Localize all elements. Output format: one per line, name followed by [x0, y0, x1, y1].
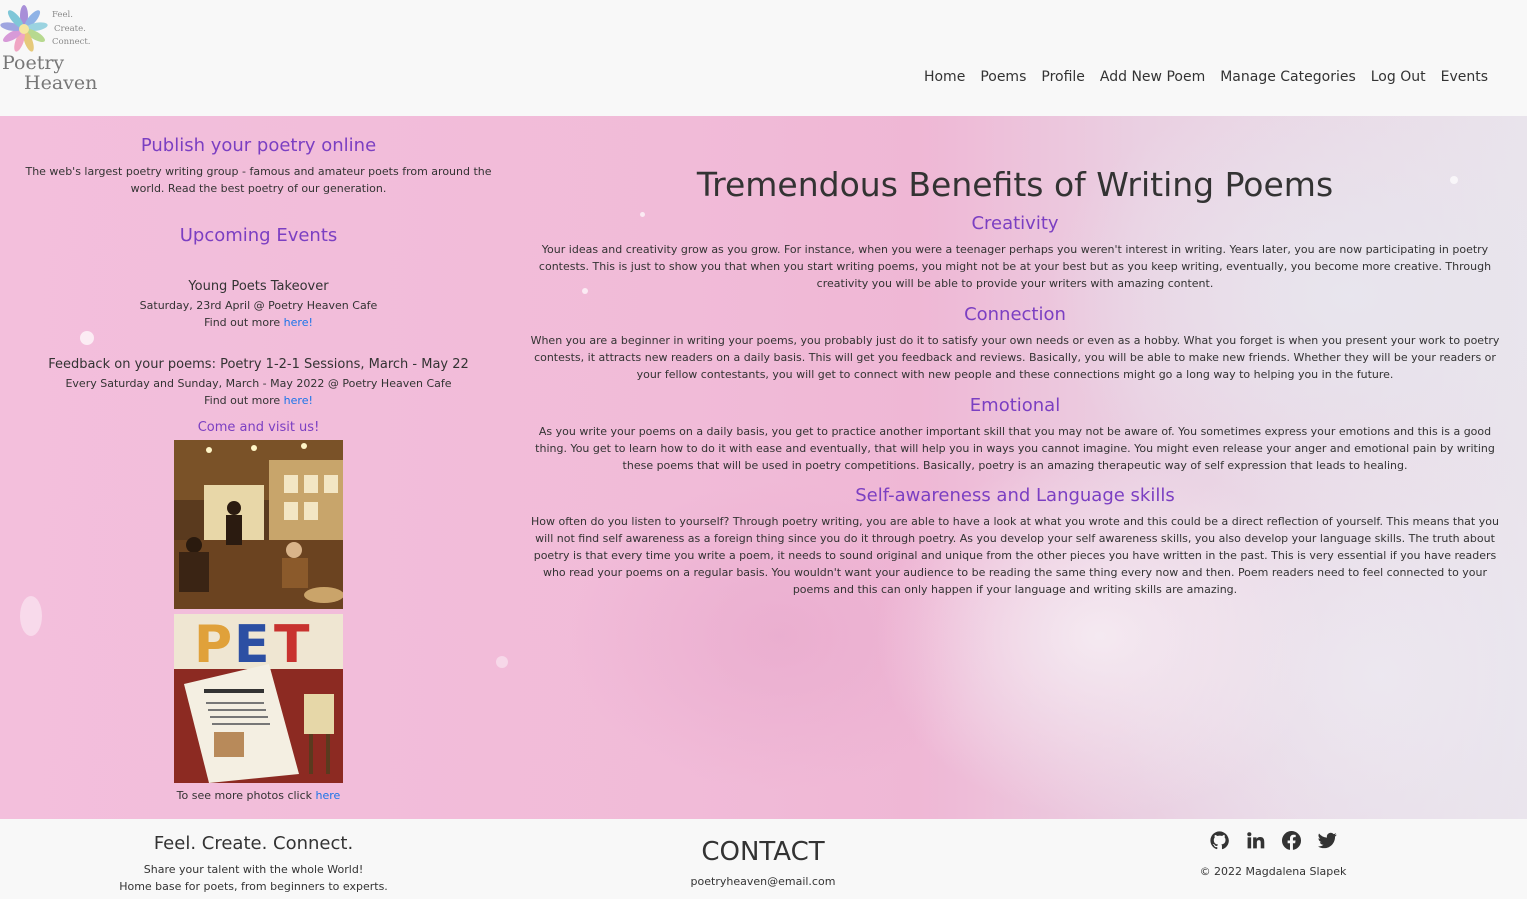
nav-profile[interactable]: Profile: [1041, 69, 1085, 85]
nav-manage-categories[interactable]: Manage Categories: [1220, 69, 1356, 85]
event-item: Young Poets Takeover Saturday, 23rd Apri…: [0, 279, 517, 331]
site-footer: Feel. Create. Connect. Share your talent…: [0, 819, 1527, 899]
bubble-decoration: [496, 656, 508, 668]
event-more: Find out more here!: [0, 392, 517, 409]
logo-word-poetry: Poetry: [2, 52, 65, 74]
more-photos-link[interactable]: here: [316, 789, 341, 802]
nav-log-out[interactable]: Log Out: [1371, 69, 1426, 85]
bubble-decoration: [80, 331, 94, 345]
publish-title: Publish your poetry online: [140, 135, 377, 156]
event-title: Feedback on your poems: Poetry 1-2-1 Ses…: [48, 357, 469, 372]
contact-email[interactable]: poetryheaven@email.com: [613, 875, 913, 888]
nav-poems[interactable]: Poems: [980, 69, 1026, 85]
nav-home[interactable]: Home: [924, 69, 965, 85]
section-text-emotional: As you write your poems on a daily basis…: [535, 425, 1495, 472]
bubble-decoration: [20, 596, 42, 636]
facebook-icon[interactable]: [1281, 831, 1301, 850]
svg-text:P: P: [194, 615, 232, 675]
event-item: Feedback on your poems: Poetry 1-2-1 Ses…: [0, 357, 517, 409]
event-date: Saturday, 23rd April @ Poetry Heaven Caf…: [139, 299, 378, 312]
event-more-link[interactable]: here!: [284, 394, 313, 407]
event-more-label: Find out more: [204, 316, 284, 329]
footer-about: Feel. Create. Connect. Share your talent…: [0, 833, 507, 895]
page-title: Tremendous Benefits of Writing Poems: [696, 165, 1334, 204]
event-title: Young Poets Takeover: [188, 279, 329, 294]
more-photos-label: To see more photos click: [176, 789, 316, 802]
logo-tagline-create: Create.: [54, 23, 86, 34]
logo-tagline-feel: Feel.: [52, 10, 73, 20]
footer-tagline: Feel. Create. Connect.: [153, 833, 354, 854]
more-photos-text: To see more photos click here: [0, 789, 517, 802]
cafe-photo-poetry-wall[interactable]: P E T: [174, 614, 343, 783]
section-heading-self-awareness: Self-awareness and Language skills: [855, 485, 1175, 506]
logo-tagline: Feel. Create. Connect.: [52, 9, 90, 50]
social-links: [1160, 831, 1386, 850]
contact-title: CONTACT: [701, 837, 825, 867]
section-heading-emotional: Emotional: [969, 395, 1061, 416]
section-text-self-awareness: How often do you listen to yourself? Thr…: [531, 515, 1499, 596]
event-more-label: Find out more: [204, 394, 284, 407]
publish-text: The web's largest poetry writing group -…: [25, 165, 492, 195]
copyright-text: © 2022 Magdalena Slapek: [1199, 865, 1347, 878]
site-header: Feel. Create. Connect. Poetry Heaven Hom…: [0, 0, 1527, 116]
twitter-icon[interactable]: [1317, 831, 1337, 850]
footer-line-2: Home base for poets, from beginners to e…: [119, 880, 388, 893]
section-text-creativity: Your ideas and creativity grow as you gr…: [538, 243, 1492, 290]
section-text-connection: When you are a beginner in writing your …: [530, 334, 1500, 381]
footer-social: © 2022 Magdalena Slapek: [1160, 831, 1386, 878]
logo[interactable]: Feel. Create. Connect. Poetry Heaven: [0, 2, 100, 94]
cafe-photo-interior[interactable]: [174, 440, 343, 609]
poetry-newspaper-image: P E T: [174, 614, 343, 783]
event-more: Find out more here!: [0, 314, 517, 331]
logo-word-heaven: Heaven: [24, 72, 98, 94]
section-heading-creativity: Creativity: [971, 213, 1059, 234]
main-nav: Home Poems Profile Add New Poem Manage C…: [924, 69, 1488, 85]
logo-tagline-connect: Connect.: [52, 37, 91, 47]
svg-text:T: T: [274, 615, 310, 675]
flower-logo-icon: [0, 5, 48, 52]
github-icon[interactable]: [1209, 831, 1229, 850]
event-date: Every Saturday and Sunday, March - May 2…: [65, 377, 452, 390]
linkedin-icon[interactable]: [1246, 831, 1265, 850]
section-heading-connection: Connection: [964, 304, 1066, 325]
nav-add-new-poem[interactable]: Add New Poem: [1100, 69, 1205, 85]
events-title: Upcoming Events: [179, 225, 338, 246]
visit-title: Come and visit us!: [197, 420, 320, 435]
nav-events[interactable]: Events: [1441, 69, 1488, 85]
footer-line-1: Share your talent with the whole World!: [143, 863, 364, 876]
footer-contact: CONTACT poetryheaven@email.com: [613, 837, 913, 888]
event-more-link[interactable]: here!: [284, 316, 313, 329]
cafe-interior-image: [174, 440, 343, 609]
